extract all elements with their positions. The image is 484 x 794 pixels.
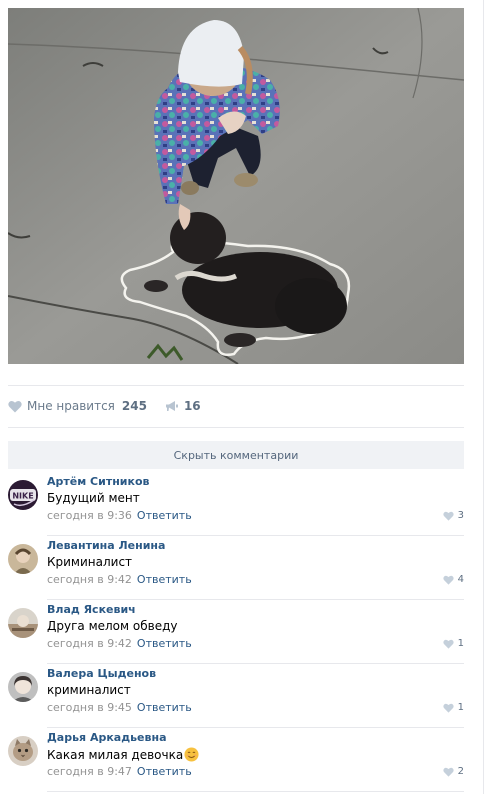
comment-text-row: Какая милая девочка (47, 747, 199, 765)
cat-photo-avatar-icon (8, 736, 38, 766)
like-label: Мне нравится (27, 399, 115, 413)
smiling-face-emoji-icon (184, 747, 199, 765)
heart-icon (443, 703, 458, 713)
photo-avatar-icon (8, 608, 38, 638)
separator (8, 427, 464, 428)
comment-text: Будущий мент (47, 491, 140, 505)
avatar[interactable] (8, 736, 38, 766)
comment-item: Левантина Ленина Криминалист сегодня в 9… (8, 536, 464, 600)
comment-like-count: 1 (457, 638, 464, 649)
comment-text: криминалист (47, 683, 131, 697)
heart-icon (8, 400, 22, 413)
comment-like-count: 2 (457, 766, 464, 777)
comment-text: Друга мелом обведу (47, 619, 178, 633)
comment-time[interactable]: сегодня в 9:36 (47, 509, 132, 522)
comment-meta: сегодня в 9:42 Ответить (47, 637, 192, 650)
like-button[interactable]: Мне нравится 245 (8, 399, 147, 413)
comment-meta: сегодня в 9:47 Ответить (47, 765, 192, 778)
comment-like-button[interactable]: 1 (443, 702, 464, 713)
comment-item: NIKE Артём Ситников Будущий мент сегодня… (8, 472, 464, 536)
share-count: 16 (183, 399, 201, 413)
comment-like-button[interactable]: 1 (443, 638, 464, 649)
heart-icon (443, 639, 458, 649)
avatar[interactable]: NIKE (8, 480, 38, 510)
heart-icon (443, 511, 458, 521)
comment-like-button[interactable]: 2 (443, 766, 464, 777)
comment-time[interactable]: сегодня в 9:47 (47, 765, 132, 778)
comment-author[interactable]: Влад Яскевич (47, 603, 136, 616)
reply-link[interactable]: Ответить (137, 701, 192, 714)
megaphone-icon (165, 400, 179, 413)
comment-like-button[interactable]: 3 (443, 510, 464, 521)
reply-link[interactable]: Ответить (137, 509, 192, 522)
comment-meta: сегодня в 9:42 Ответить (47, 573, 192, 586)
separator (8, 385, 464, 386)
comment-like-count: 1 (457, 702, 464, 713)
comment-item: Влад Яскевич Друга мелом обведу сегодня … (8, 600, 464, 664)
comment-author[interactable]: Артём Ситников (47, 475, 150, 488)
comment-text: Криминалист (47, 555, 133, 569)
comment-meta: сегодня в 9:36 Ответить (47, 509, 192, 522)
comment-author[interactable]: Левантина Ленина (47, 539, 165, 552)
comment-time[interactable]: сегодня в 9:42 (47, 637, 132, 650)
like-count: 245 (121, 399, 147, 413)
comment-time[interactable]: сегодня в 9:45 (47, 701, 132, 714)
heart-icon (443, 767, 458, 777)
photo-avatar-icon (8, 672, 38, 702)
comment-text: Какая милая девочка (47, 748, 184, 762)
comment-like-button[interactable]: 4 (443, 574, 464, 585)
share-button[interactable]: 16 (165, 399, 201, 413)
comment-item: Валера Цыденов криминалист сегодня в 9:4… (8, 664, 464, 728)
comment-meta: сегодня в 9:45 Ответить (47, 701, 192, 714)
comment-item: Дарья Аркадьевна Какая милая девочка сег… (8, 728, 464, 792)
avatar[interactable] (8, 672, 38, 702)
avatar[interactable] (8, 544, 38, 574)
separator (47, 791, 464, 792)
reply-link[interactable]: Ответить (137, 573, 192, 586)
comment-author[interactable]: Дарья Аркадьевна (47, 731, 167, 744)
post-photo[interactable] (8, 8, 464, 364)
photo-avatar-icon (8, 544, 38, 574)
nike-logo-avatar-icon: NIKE (8, 480, 38, 510)
avatar[interactable] (8, 608, 38, 638)
reply-link[interactable]: Ответить (137, 637, 192, 650)
reply-link[interactable]: Ответить (137, 765, 192, 778)
hide-comments-button[interactable]: Скрыть комментарии (8, 441, 464, 469)
post-actions: Мне нравится 245 16 (8, 394, 201, 418)
comment-author[interactable]: Валера Цыденов (47, 667, 156, 680)
svg-text:NIKE: NIKE (12, 492, 33, 501)
comment-like-count: 3 (457, 510, 464, 521)
heart-icon (443, 575, 458, 585)
comment-time[interactable]: сегодня в 9:42 (47, 573, 132, 586)
comment-like-count: 4 (457, 574, 464, 585)
